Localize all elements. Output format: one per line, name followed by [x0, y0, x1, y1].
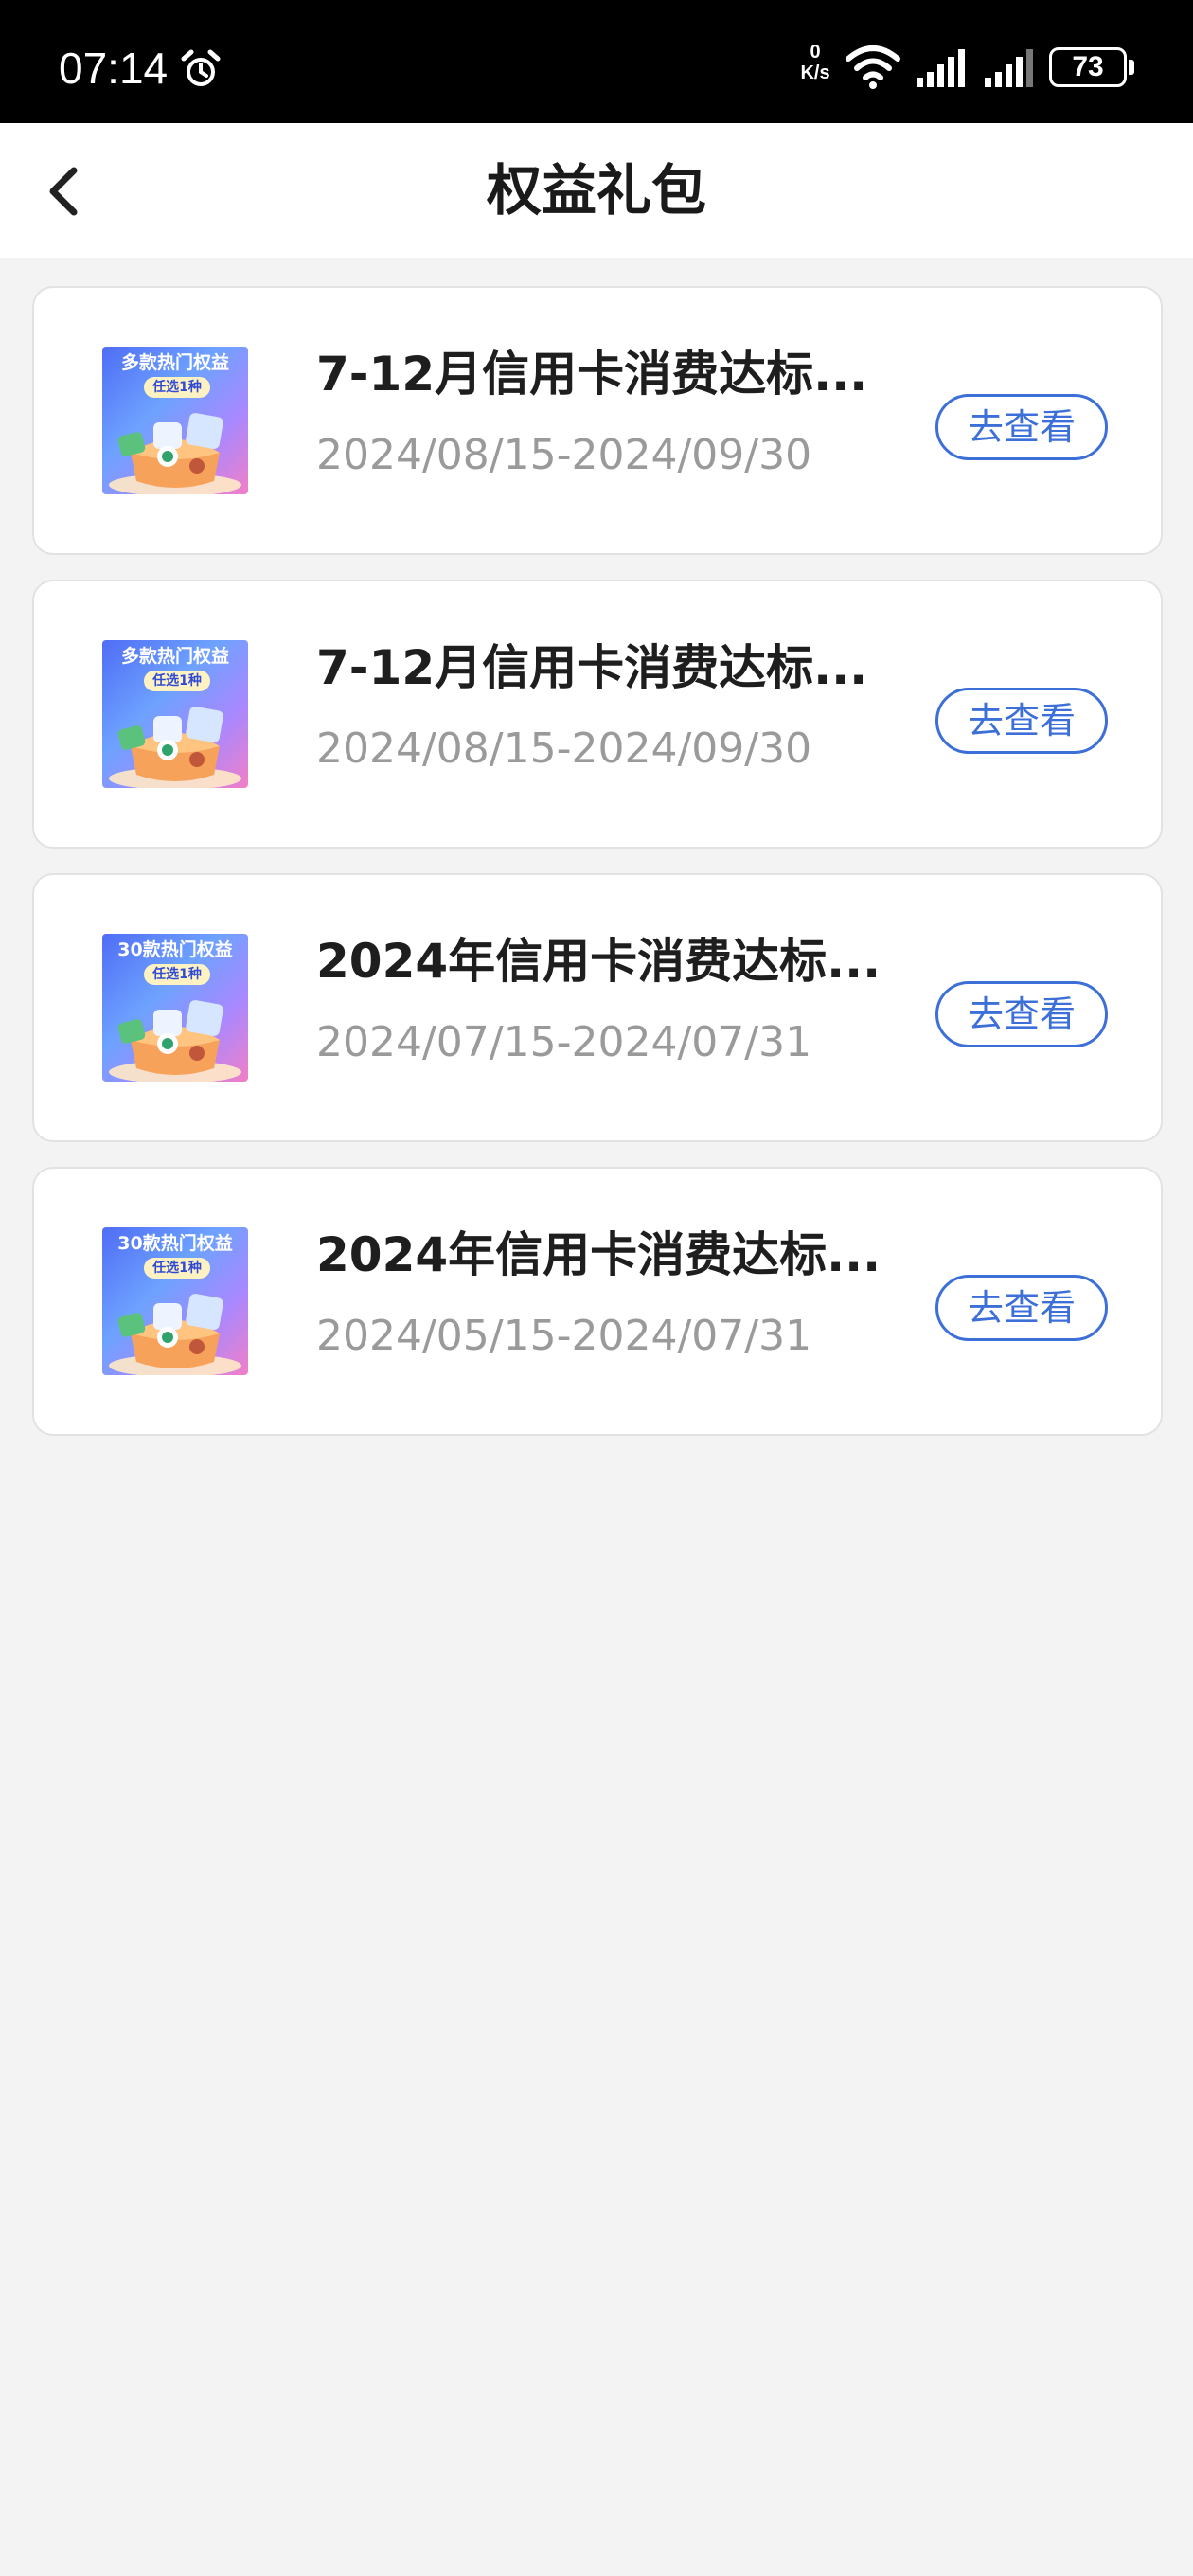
list-item[interactable]: 多款热门权益 任选1种 7-12月信用卡消费达标... 2024/08/15-2…	[32, 286, 1163, 555]
network-speed-value: 0	[810, 42, 821, 63]
list-item[interactable]: 多款热门权益 任选1种 7-12月信用卡消费达标... 2024/08/15-2…	[32, 580, 1163, 849]
battery-icon: 73	[1049, 47, 1127, 87]
signal-icon	[917, 49, 965, 87]
item-title: 2024年信用卡消费达标...	[316, 1227, 881, 1282]
view-button[interactable]: 去查看	[935, 394, 1108, 460]
gift-box-illustration	[109, 707, 241, 788]
item-title: 7-12月信用卡消费达标...	[316, 347, 868, 402]
page-title: 权益礼包	[486, 158, 706, 223]
header: 权益礼包	[0, 123, 1193, 258]
status-bar: 07:14 0 K/s 73	[0, 0, 1193, 123]
gift-box-illustration	[109, 1000, 241, 1082]
list-item[interactable]: 30款热门权益 任选1种 2024年信用卡消费达标... 2024/07/15-…	[32, 873, 1163, 1142]
network-speed-unit: K/s	[800, 63, 830, 83]
gift-thumbnail: 多款热门权益 任选1种	[102, 640, 248, 788]
status-time: 07:14	[59, 44, 169, 93]
thumbnail-pill: 任选1种	[144, 671, 210, 691]
view-button[interactable]: 去查看	[935, 688, 1108, 754]
item-title: 2024年信用卡消费达标...	[316, 934, 881, 989]
gift-box-illustration	[109, 413, 241, 494]
view-button[interactable]: 去查看	[935, 981, 1108, 1047]
gift-thumbnail: 多款热门权益 任选1种	[102, 347, 248, 494]
battery-cap	[1129, 60, 1134, 75]
item-date-range: 2024/08/15-2024/09/30	[316, 724, 812, 773]
item-date-range: 2024/07/15-2024/07/31	[316, 1018, 812, 1066]
thumbnail-title: 多款热门权益	[120, 352, 229, 373]
thumbnail-pill: 任选1种	[144, 964, 210, 985]
thumbnail-title: 30款热门权益	[117, 939, 233, 960]
back-button[interactable]	[32, 157, 100, 225]
wifi-icon	[846, 45, 900, 89]
thumbnail-title: 30款热门权益	[117, 1233, 233, 1254]
chevron-left-icon	[49, 167, 78, 216]
alarm-icon	[181, 49, 221, 86]
gift-thumbnail: 30款热门权益 任选1种	[102, 1227, 248, 1375]
list-item[interactable]: 30款热门权益 任选1种 2024年信用卡消费达标... 2024/05/15-…	[32, 1167, 1163, 1436]
gift-thumbnail: 30款热门权益 任选1种	[102, 934, 248, 1082]
thumbnail-title: 多款热门权益	[120, 646, 229, 667]
thumbnail-pill: 任选1种	[144, 377, 210, 398]
thumbnail-pill: 任选1种	[144, 1258, 210, 1279]
item-title: 7-12月信用卡消费达标...	[316, 640, 868, 695]
view-button[interactable]: 去查看	[935, 1275, 1108, 1341]
network-speed: 0 K/s	[792, 42, 839, 83]
item-date-range: 2024/08/15-2024/09/30	[316, 431, 812, 479]
signal-icon	[985, 49, 1033, 87]
item-date-range: 2024/05/15-2024/07/31	[316, 1312, 812, 1360]
gift-box-illustration	[109, 1294, 241, 1375]
